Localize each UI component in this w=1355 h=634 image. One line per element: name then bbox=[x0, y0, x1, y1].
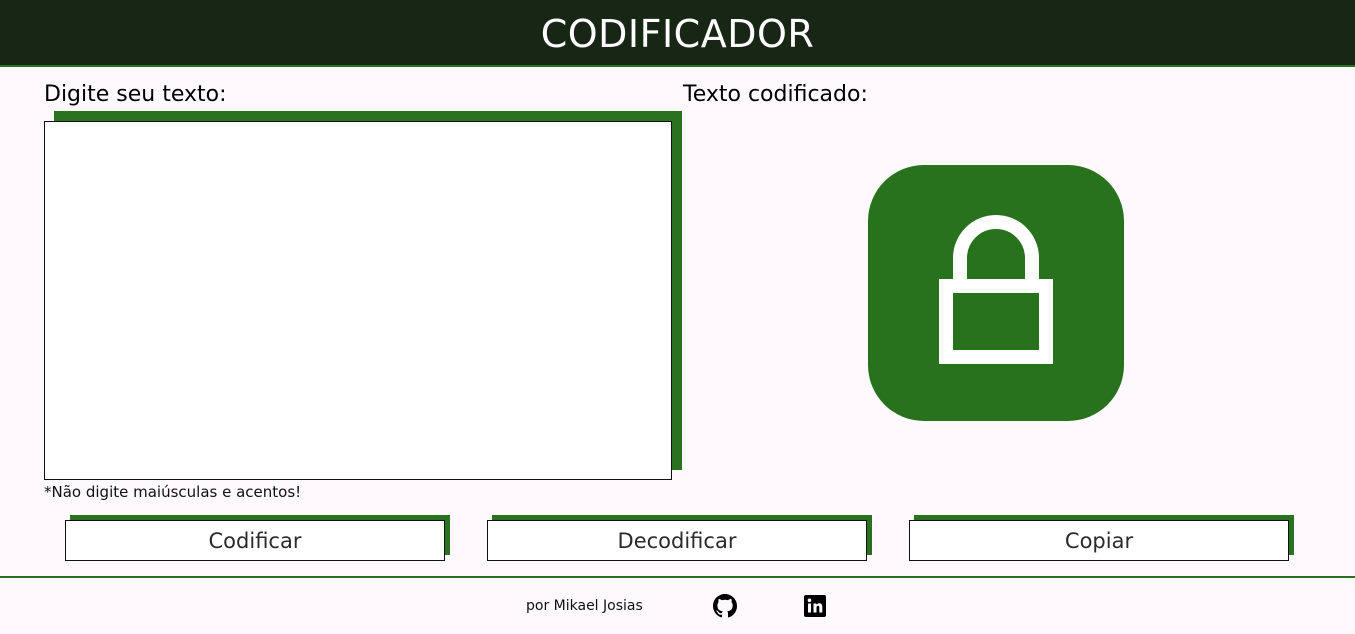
output-label: Texto codificado: bbox=[683, 82, 868, 107]
decode-button-wrap: Decodificar bbox=[487, 515, 872, 561]
decode-button[interactable]: Decodificar bbox=[487, 520, 867, 561]
input-label: Digite seu texto: bbox=[44, 82, 227, 107]
input-hint: *Não digite maiúsculas e acentos! bbox=[44, 483, 302, 501]
app-title: CODIFICADOR bbox=[540, 11, 815, 56]
github-icon[interactable] bbox=[713, 594, 737, 618]
encode-button-wrap: Codificar bbox=[65, 515, 450, 561]
footer-divider bbox=[0, 576, 1355, 578]
app-header: CODIFICADOR bbox=[0, 0, 1355, 67]
footer-credit: por Mikael Josias bbox=[526, 598, 643, 614]
copy-button[interactable]: Copiar bbox=[909, 520, 1289, 561]
encode-button[interactable]: Codificar bbox=[65, 520, 445, 561]
text-input[interactable] bbox=[44, 121, 672, 480]
copy-button-wrap: Copiar bbox=[909, 515, 1294, 561]
lock-icon bbox=[868, 165, 1124, 421]
linkedin-icon[interactable] bbox=[803, 594, 827, 618]
